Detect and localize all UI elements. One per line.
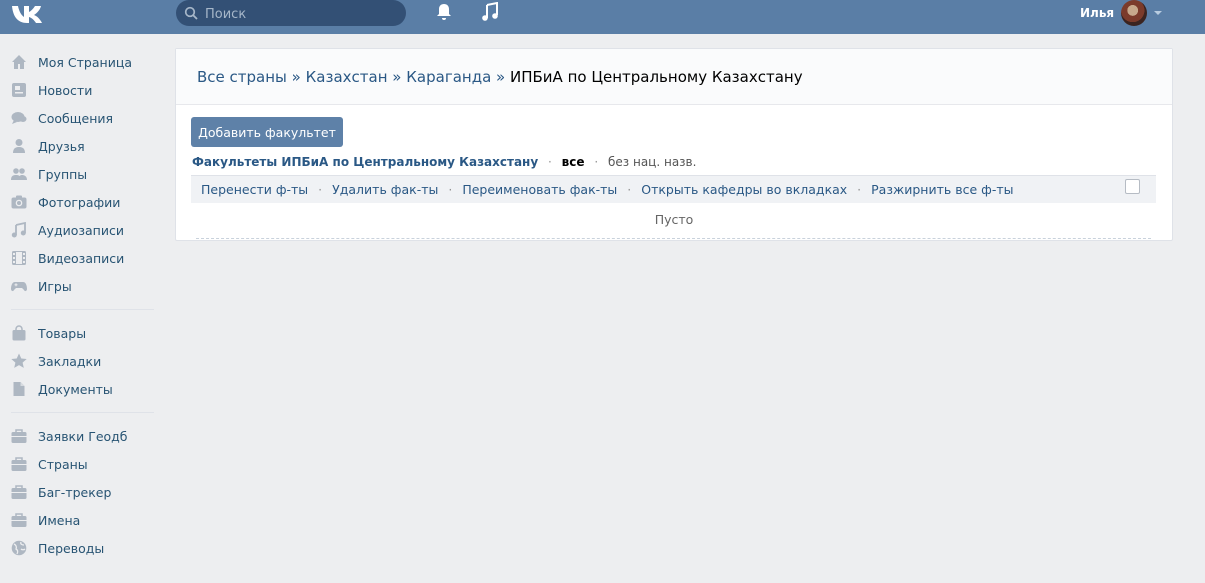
sidebar-item-label: Сообщения <box>38 111 114 126</box>
briefcase-icon <box>11 429 27 443</box>
sidebar-item-translations[interactable]: Переводы <box>0 534 160 562</box>
sidebar-item-label: Фотографии <box>38 195 121 210</box>
briefcase-icon <box>11 457 27 471</box>
sidebar-item-label: Документы <box>38 382 113 397</box>
sidebar-item-label: Новости <box>38 83 93 98</box>
sidebar-item-label: Страны <box>38 457 88 472</box>
sidebar-item-games[interactable]: Игры <box>0 272 160 300</box>
avatar[interactable] <box>1121 0 1147 26</box>
sidebar-item-label: Переводы <box>38 541 105 556</box>
sidebar-item-label: Видеозаписи <box>38 251 125 266</box>
actions-separator: · <box>448 182 453 197</box>
sidebar-item-label: Группы <box>38 167 88 182</box>
breadcrumb-separator: » <box>496 68 506 86</box>
sidebar-item-label: Баг-трекер <box>38 485 112 500</box>
filter-no-national-name[interactable]: без нац. назв. <box>608 155 696 169</box>
user-name[interactable]: Илья <box>1080 6 1114 20</box>
sidebar-item-video[interactable]: Видеозаписи <box>0 244 160 272</box>
delete-faculties-link[interactable]: Удалить фак-ты <box>332 182 438 197</box>
music-icon[interactable] <box>481 2 499 22</box>
panel-header: Все страны » Казахстан » Караганда » ИПБ… <box>176 49 1172 105</box>
sidebar-item-label: Заявки Геодб <box>38 429 128 444</box>
messages-icon <box>11 112 27 124</box>
breadcrumb-current: ИПБиА по Центральному Казахстану <box>510 68 803 86</box>
actions-separator: · <box>627 182 632 197</box>
divider <box>11 412 154 413</box>
bag-icon <box>12 325 26 341</box>
bold-all-faculties-link[interactable]: Разжирнить все ф-ты <box>871 182 1013 197</box>
sidebar-item-countries[interactable]: Страны <box>0 450 160 478</box>
news-icon <box>12 83 26 97</box>
breadcrumb-link-kazakhstan[interactable]: Казахстан <box>306 68 388 86</box>
search-box[interactable] <box>176 0 406 26</box>
sidebar-item-my-page[interactable]: Моя Страница <box>0 48 160 76</box>
sidebar-item-messages[interactable]: Сообщения <box>0 104 160 132</box>
filter-bar: Факультеты ИПБиА по Центральному Казахст… <box>192 155 696 169</box>
move-faculties-link[interactable]: Перенести ф-ты <box>201 182 308 197</box>
sidebar-item-friends[interactable]: Друзья <box>0 132 160 160</box>
sidebar-item-audio[interactable]: Аудиозаписи <box>0 216 160 244</box>
sidebar-item-label: Аудиозаписи <box>38 223 124 238</box>
search-input[interactable] <box>203 3 397 25</box>
empty-state-text: Пусто <box>654 212 694 227</box>
breadcrumb-separator: » <box>291 68 301 86</box>
music-icon <box>11 222 26 238</box>
actions-separator: · <box>857 182 862 197</box>
select-all-checkbox[interactable] <box>1125 179 1140 194</box>
sidebar-item-bug-tracker[interactable]: Баг-трекер <box>0 478 160 506</box>
sidebar-item-label: Закладки <box>38 354 102 369</box>
sidebar-item-photos[interactable]: Фотографии <box>0 188 160 216</box>
breadcrumb-link-all-countries[interactable]: Все страны <box>197 68 287 86</box>
sidebar-item-label: Игры <box>38 279 72 294</box>
sidebar-item-groups[interactable]: Группы <box>0 160 160 188</box>
globe-icon <box>11 540 27 556</box>
home-icon <box>12 55 26 69</box>
star-icon <box>11 353 27 368</box>
sidebar-item-documents[interactable]: Документы <box>0 375 160 403</box>
breadcrumb-link-karaganda[interactable]: Караганда <box>406 68 491 86</box>
sidebar-item-label: Товары <box>38 326 87 341</box>
sidebar-item-label: Моя Страница <box>38 55 132 70</box>
sidebar-item-label: Друзья <box>38 139 85 154</box>
vk-logo-icon[interactable] <box>10 3 46 25</box>
sidebar-item-bookmarks[interactable]: Закладки <box>0 347 160 375</box>
breadcrumb-separator: » <box>392 68 402 86</box>
groups-icon <box>11 168 27 180</box>
sidebar-item-names[interactable]: Имена <box>0 506 160 534</box>
filter-separator: · <box>548 155 552 169</box>
sidebar-item-goods[interactable]: Товары <box>0 319 160 347</box>
breadcrumb: Все страны » Казахстан » Караганда » ИПБ… <box>197 68 803 86</box>
search-icon <box>184 6 198 20</box>
filter-all[interactable]: все <box>562 155 585 169</box>
bell-icon[interactable] <box>435 3 453 21</box>
top-bar: Илья <box>0 0 1205 34</box>
actions-separator: · <box>318 182 323 197</box>
sidebar-item-geodb-requests[interactable]: Заявки Геодб <box>0 422 160 450</box>
actions-bar: Перенести ф-ты · Удалить фак-ты · Переим… <box>191 175 1156 203</box>
sidebar-item-news[interactable]: Новости <box>0 76 160 104</box>
camera-icon <box>11 195 27 209</box>
chevron-down-icon[interactable] <box>1154 11 1162 15</box>
divider <box>11 309 154 310</box>
briefcase-icon <box>11 485 27 499</box>
rename-faculties-link[interactable]: Переименовать фак-ты <box>462 182 617 197</box>
friend-icon <box>13 139 25 153</box>
document-icon <box>13 382 25 396</box>
briefcase-icon <box>11 513 27 527</box>
open-departments-in-tabs-link[interactable]: Открыть кафедры во вкладках <box>641 182 847 197</box>
film-icon <box>12 251 26 265</box>
main-panel: Все страны » Казахстан » Караганда » ИПБ… <box>175 48 1173 241</box>
filter-separator: · <box>594 155 599 169</box>
dashed-divider <box>196 238 1151 239</box>
add-faculty-button[interactable]: Добавить факультет <box>191 117 343 147</box>
faculties-title-link[interactable]: Факультеты ИПБиА по Центральному Казахст… <box>192 155 538 169</box>
sidebar-item-label: Имена <box>38 513 81 528</box>
gamepad-icon <box>11 282 27 292</box>
